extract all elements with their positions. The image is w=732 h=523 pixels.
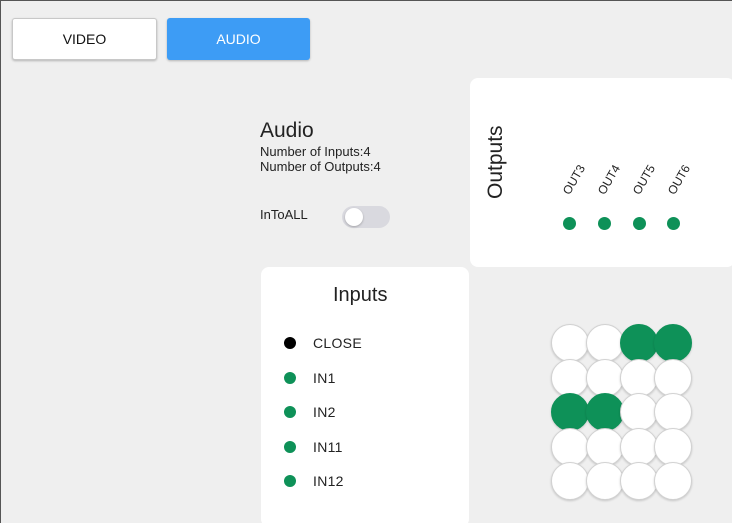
matrix-cell[interactable]	[551, 324, 589, 362]
matrix-cell[interactable]	[620, 462, 658, 500]
tab-video[interactable]: VIDEO	[12, 18, 157, 60]
matrix-cell[interactable]	[654, 393, 692, 431]
matrix-cell[interactable]	[551, 462, 589, 500]
matrix-cell[interactable]	[620, 393, 658, 431]
input-label: IN1	[313, 370, 336, 386]
matrix-cell[interactable]	[586, 428, 624, 466]
inputs-count: Number of Inputs:4	[260, 144, 371, 159]
tab-audio[interactable]: AUDIO	[167, 18, 310, 60]
output-status-dot	[563, 217, 576, 230]
matrix-cell[interactable]	[620, 428, 658, 466]
input-label: IN11	[313, 439, 343, 455]
section-title: Audio	[260, 119, 314, 142]
input-item[interactable]: IN11	[284, 439, 343, 455]
audio-info: Audio Number of Inputs:4 Number of Outpu…	[260, 118, 381, 174]
input-item[interactable]: IN1	[284, 370, 336, 386]
matrix-cell[interactable]	[586, 324, 624, 362]
input-item[interactable]: CLOSE	[284, 335, 362, 351]
input-label: IN2	[313, 404, 336, 420]
toggle-knob	[345, 208, 363, 226]
input-status-dot	[284, 406, 296, 418]
input-label: CLOSE	[313, 335, 362, 351]
input-label: IN12	[313, 473, 344, 489]
matrix-cell[interactable]	[551, 428, 589, 466]
matrix-cell[interactable]	[551, 359, 589, 397]
input-status-dot	[284, 475, 296, 487]
matrix-cell[interactable]	[586, 462, 624, 500]
input-status-dot	[284, 372, 296, 384]
matrix-cell[interactable]	[654, 462, 692, 500]
intoall-label: InToALL	[260, 207, 308, 222]
matrix-cell[interactable]	[586, 359, 624, 397]
matrix-cell[interactable]	[654, 324, 692, 362]
matrix-cell[interactable]	[620, 359, 658, 397]
outputs-title: Outputs	[484, 125, 507, 199]
outputs-count: Number of Outputs:4	[260, 159, 381, 174]
matrix-cell[interactable]	[586, 393, 624, 431]
output-status-dot	[667, 217, 680, 230]
inputs-title: Inputs	[333, 284, 388, 306]
input-item[interactable]: IN2	[284, 404, 336, 420]
input-status-dot	[284, 337, 296, 349]
outputs-card	[470, 78, 732, 267]
matrix-cell[interactable]	[654, 428, 692, 466]
matrix-cell[interactable]	[551, 393, 589, 431]
matrix-cell[interactable]	[654, 359, 692, 397]
matrix-cell[interactable]	[620, 324, 658, 362]
routing-panel: VIDEO AUDIO Audio Number of Inputs:4 Num…	[0, 0, 732, 523]
output-status-dot	[633, 217, 646, 230]
input-status-dot	[284, 441, 296, 453]
intoall-toggle[interactable]	[342, 206, 390, 228]
output-status-dot	[598, 217, 611, 230]
input-item[interactable]: IN12	[284, 473, 344, 489]
